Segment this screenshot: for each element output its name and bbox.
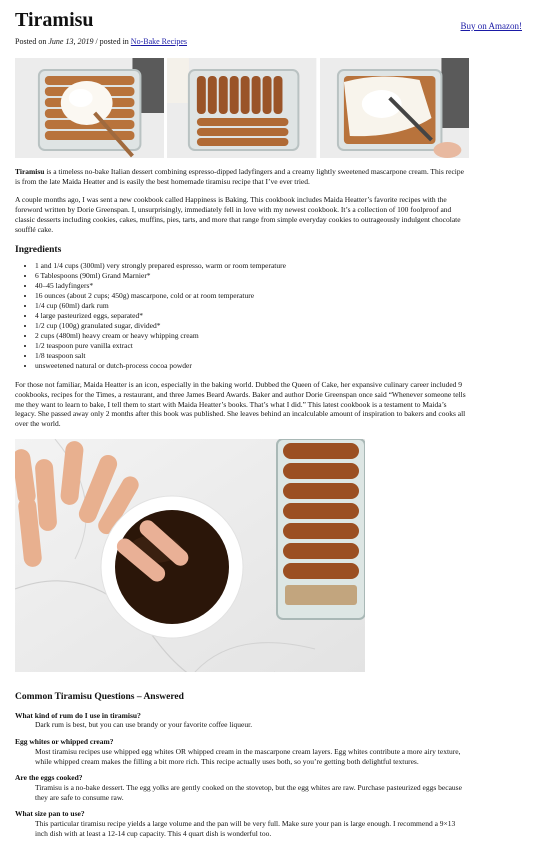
gallery-photo-ladyfingers-cream[interactable] [15, 58, 165, 158]
faq-question: What kind of rum do I use in tiramisu? [15, 710, 141, 720]
ingredient-item: 1/2 teaspoon pure vanilla extract [35, 341, 536, 351]
page: Tiramisu Buy on Amazon! Posted on June 1… [0, 0, 551, 864]
intro-rest: is a timeless no-bake Italian dessert co… [15, 167, 464, 186]
faq-answer: Dark rum is best, but you can use brandy… [35, 720, 253, 730]
hero-photo-espresso-ladyfingers [15, 438, 365, 672]
ingredient-item: 16 ounces (about 2 cups; 450g) mascarpon… [35, 291, 536, 301]
maida-heatter-paragraph: For those not familiar, Maida Heatter is… [15, 380, 466, 429]
page-title: Tiramisu [15, 9, 94, 31]
ingredient-item: 6 Tablespoons (90ml) Grand Marnier* [35, 271, 536, 281]
gallery-photo-soaked-ladyfingers[interactable] [167, 58, 317, 158]
ingredient-item: 1 and 1/4 cups (300ml) very strongly pre… [35, 261, 536, 271]
title-row: Tiramisu Buy on Amazon! [15, 0, 536, 38]
faq-question: Are the eggs cooked? [15, 773, 83, 783]
ingredient-item: 2 cups (480ml) heavy cream or heavy whip… [35, 331, 536, 341]
faq-answer: Most tiramisu recipes use whipped egg wh… [35, 746, 461, 766]
faq-heading: Common Tiramisu Questions – Answered [15, 691, 184, 702]
gallery-photo-spreading-cream[interactable] [319, 58, 469, 158]
ingredient-item: 1/8 teaspoon salt [35, 351, 536, 361]
buy-on-amazon-link[interactable]: Buy on Amazon! [461, 21, 523, 31]
ingredient-item: 4 large pasteurized eggs, separated* [35, 311, 536, 321]
ingredient-item: 1/4 cup (60ml) dark rum [35, 301, 536, 311]
ingredients-heading: Ingredients [15, 245, 62, 256]
ingredient-item: 40–45 ladyfingers* [35, 281, 536, 291]
posted-middle: / posted in [93, 37, 131, 46]
intro-paragraph: Tiramisu is a timeless no-bake Italian d… [15, 167, 469, 186]
photo-gallery [15, 58, 469, 158]
posted-prefix: Posted on [15, 37, 49, 46]
faq-list: What kind of rum do I use in tiramisu? D… [15, 711, 469, 839]
faq-answer: Tiramisu is a no-bake dessert. The egg y… [35, 782, 462, 802]
post-date: June 13, 2019 [48, 37, 94, 46]
faq-question: Egg whites or whipped cream? [15, 737, 114, 747]
ingredients-list: 1 and 1/4 cups (300ml) very strongly pre… [15, 261, 536, 371]
faq-question: What size pan to use? [15, 809, 85, 819]
ingredient-item: unsweetened natural or dutch-process coc… [35, 361, 536, 371]
faq-answer: This particular tiramisu recipe yields a… [35, 819, 456, 838]
cookbook-paragraph: A couple months ago, I was sent a new co… [15, 195, 461, 234]
intro-bold: Tiramisu [15, 167, 45, 176]
ingredient-item: 1/2 cup (100g) granulated sugar, divided… [35, 321, 536, 331]
post-meta: Posted on June 13, 2019 / posted in No-B… [15, 37, 536, 46]
category-link[interactable]: No-Bake Recipes [131, 37, 187, 46]
